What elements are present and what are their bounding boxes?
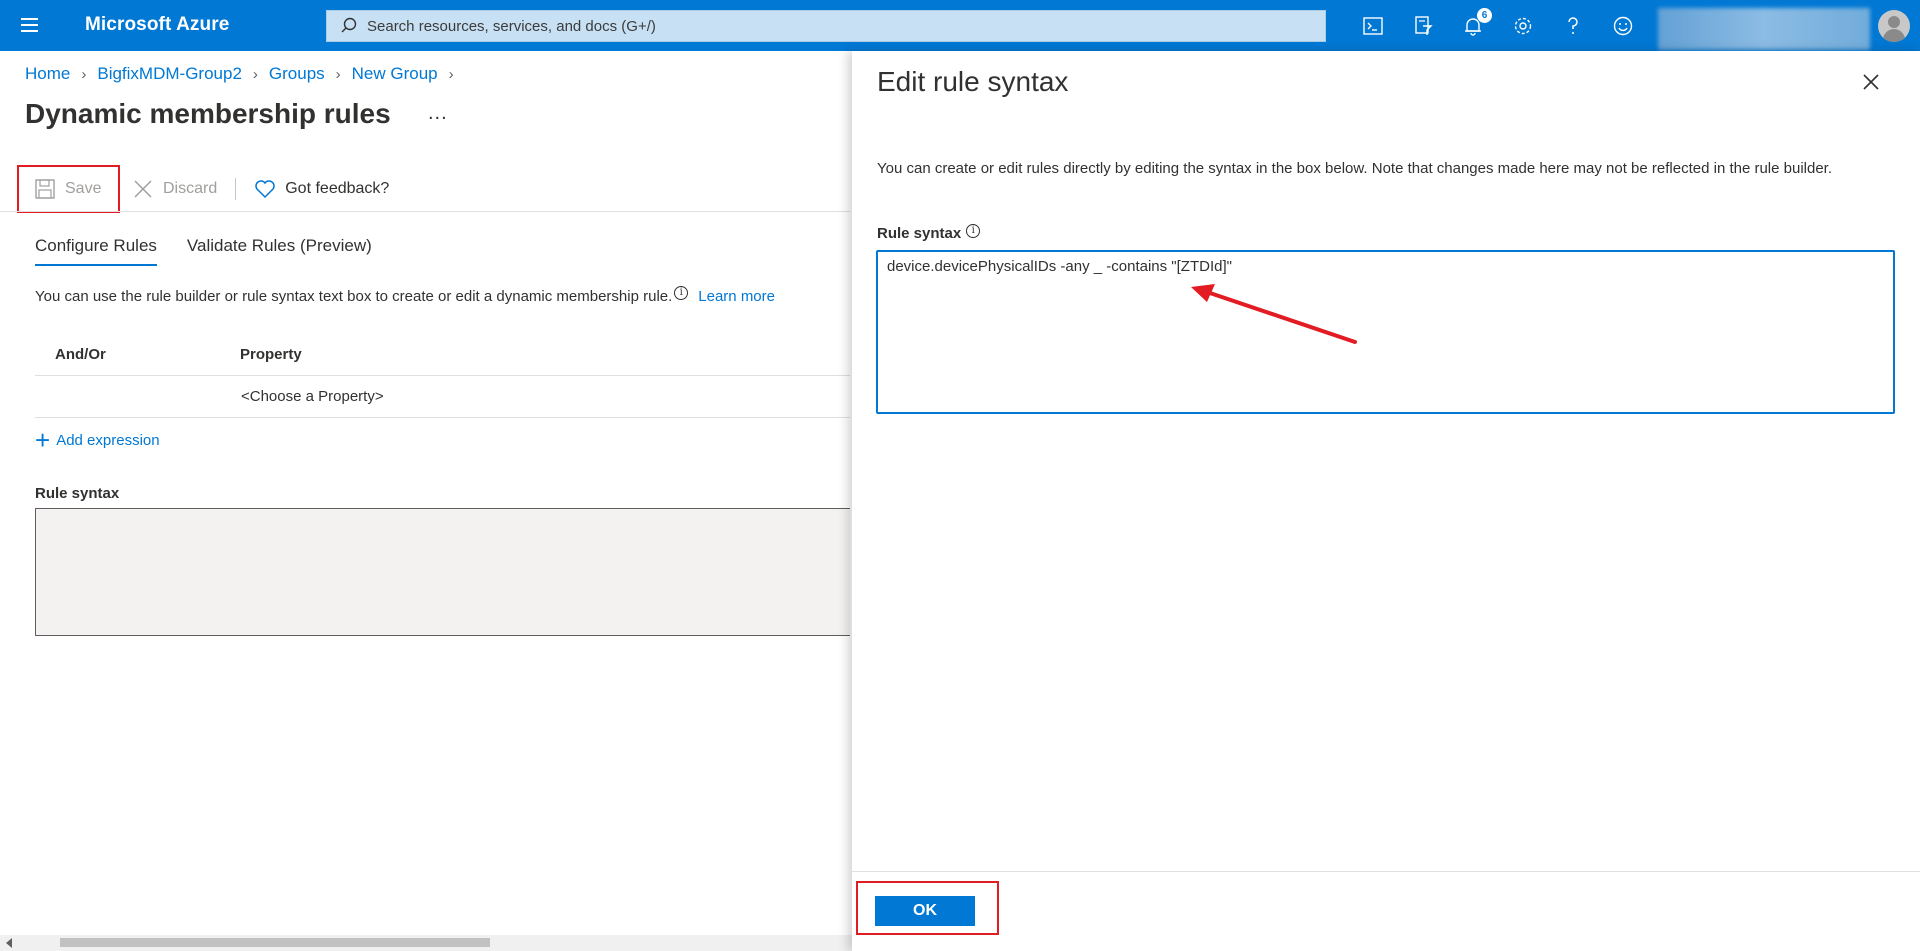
- panel-rule-syntax-label: Rule syntax i: [877, 223, 981, 242]
- top-icon-bar: 6: [1348, 0, 1648, 51]
- chevron-right-icon: ›: [81, 65, 87, 83]
- discard-button[interactable]: Discard: [120, 166, 229, 212]
- feedback-button[interactable]: Got feedback?: [242, 166, 401, 212]
- scroll-left-arrow-icon[interactable]: [6, 938, 12, 948]
- add-expression-button[interactable]: + Add expression: [35, 425, 160, 455]
- info-icon[interactable]: i: [674, 285, 689, 300]
- save-icon: [35, 179, 55, 199]
- close-icon: [1863, 74, 1879, 90]
- save-button[interactable]: Save: [17, 165, 120, 213]
- directory-filter-icon[interactable]: [1398, 0, 1448, 51]
- rules-description-text: You can use the rule builder or rule syn…: [35, 288, 673, 305]
- breadcrumb: Home › BigfixMDM-Group2 › Groups › New G…: [25, 64, 465, 84]
- edit-rule-syntax-panel: Edit rule syntax You can create or edit …: [852, 51, 1920, 951]
- plus-icon: +: [35, 425, 51, 455]
- global-search[interactable]: [326, 10, 1326, 42]
- feedback-smiley-icon[interactable]: [1598, 0, 1648, 51]
- table-row: <Choose a Property>: [35, 378, 850, 418]
- rules-description: You can use the rule builder or rule syn…: [35, 285, 775, 305]
- panel-rule-syntax-label-text: Rule syntax: [877, 225, 962, 242]
- feedback-label: Got feedback?: [285, 180, 390, 197]
- avatar[interactable]: [1878, 10, 1910, 42]
- rule-syntax-textarea[interactable]: device.devicePhysicalIDs -any _ -contain…: [876, 250, 1895, 414]
- close-icon: [134, 180, 152, 198]
- breadcrumb-group[interactable]: BigfixMDM-Group2: [97, 64, 242, 84]
- add-expression-label: Add expression: [56, 431, 160, 449]
- column-header-property: Property: [240, 346, 302, 363]
- chevron-right-icon: ›: [252, 65, 258, 83]
- rule-syntax-readonly-box: [35, 508, 850, 636]
- panel-title: Edit rule syntax: [877, 66, 1069, 97]
- notification-badge: 6: [1477, 8, 1492, 23]
- brand-title[interactable]: Microsoft Azure: [85, 14, 229, 36]
- ok-button[interactable]: OK: [875, 896, 975, 926]
- help-icon[interactable]: [1548, 0, 1598, 51]
- search-icon: [341, 17, 357, 33]
- search-input[interactable]: [367, 17, 1267, 35]
- info-icon[interactable]: i: [966, 223, 981, 238]
- command-bar-divider: [0, 211, 850, 212]
- tab-bar: Configure Rules Validate Rules (Preview): [35, 236, 402, 266]
- tab-configure-rules[interactable]: Configure Rules: [35, 236, 157, 266]
- horizontal-scrollbar[interactable]: [0, 935, 852, 951]
- panel-footer-divider: [852, 871, 1920, 872]
- chevron-right-icon: ›: [335, 65, 341, 83]
- learn-more-link[interactable]: Learn more: [698, 288, 775, 305]
- top-bar: Microsoft Azure 6: [0, 0, 1920, 51]
- discard-label: Discard: [163, 180, 218, 197]
- settings-icon[interactable]: [1498, 0, 1548, 51]
- command-divider: [235, 178, 237, 200]
- breadcrumb-groups[interactable]: Groups: [269, 64, 325, 84]
- cloud-shell-icon[interactable]: [1348, 0, 1398, 51]
- breadcrumb-new-group[interactable]: New Group: [352, 64, 438, 84]
- panel-description: You can create or edit rules directly by…: [877, 160, 1833, 177]
- rule-syntax-label: Rule syntax: [35, 485, 120, 502]
- save-label: Save: [65, 180, 102, 197]
- page-title: Dynamic membership rules: [25, 98, 391, 129]
- heart-icon: [255, 180, 275, 199]
- breadcrumb-home[interactable]: Home: [25, 64, 70, 84]
- command-bar: Save Discard Got feedback?: [17, 165, 401, 213]
- close-panel-button[interactable]: [1856, 67, 1886, 97]
- more-options-icon[interactable]: ...: [428, 102, 448, 125]
- chevron-right-icon: ›: [448, 65, 454, 83]
- notifications-icon[interactable]: 6: [1448, 0, 1498, 51]
- tab-validate-rules[interactable]: Validate Rules (Preview): [187, 236, 372, 266]
- hamburger-menu-icon[interactable]: [18, 14, 42, 38]
- scrollbar-thumb[interactable]: [60, 938, 490, 947]
- property-dropdown[interactable]: <Choose a Property>: [241, 388, 384, 405]
- account-info-blurred[interactable]: [1658, 8, 1870, 50]
- column-header-and-or: And/Or: [55, 346, 106, 363]
- rules-grid-header: And/Or Property: [35, 344, 850, 376]
